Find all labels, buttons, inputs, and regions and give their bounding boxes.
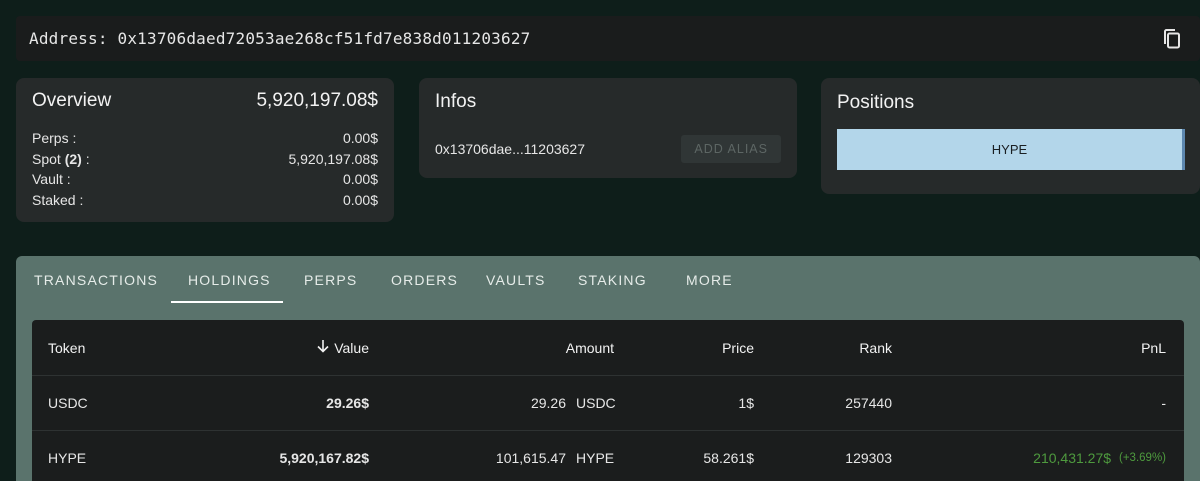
overview-row-value: 0.00$ [342, 191, 378, 208]
column-header-pnl[interactable]: PnL [982, 320, 1166, 375]
spot-count: (2) [64, 150, 82, 167]
table-header-row: Token Value Amount Price Rank PnL [32, 320, 1184, 376]
overview-row-label: Staked : [32, 191, 84, 208]
tab-perps[interactable]: PERPS [304, 256, 357, 304]
column-header-value[interactable]: Value [212, 320, 369, 375]
arrow-down-icon [316, 339, 330, 356]
position-label: HYPE [991, 142, 1028, 157]
cell-rank: 129303 [845, 450, 892, 466]
pnl-percent: (+3.69%) [1119, 452, 1166, 464]
overview-card: Overview 5,920,197.08$ Perps : 0.00$ Spo… [16, 78, 394, 222]
holdings-panel: TRANSACTIONS HOLDINGS PERPS ORDERS VAULT… [16, 256, 1200, 481]
overview-row-value: 5,920,197.08$ [288, 150, 378, 167]
positions-title: Positions [837, 92, 915, 113]
short-address: 0x13706dae...11203627 [435, 141, 585, 157]
cell-value: 5,920,167.82$ [279, 450, 369, 466]
infos-card: Infos 0x13706dae...11203627 ADD ALIAS [419, 78, 797, 178]
position-bar-hype[interactable]: HYPE [837, 129, 1185, 170]
tab-staking[interactable]: STAKING [578, 256, 647, 304]
cell-pnl: - [1161, 395, 1166, 411]
tab-more[interactable]: MORE [686, 256, 733, 304]
cell-amount-unit: USDC [576, 395, 616, 411]
address-bar: Address: 0x13706daed72053ae268cf51fd7e83… [16, 16, 1200, 61]
address-value: 0x13706daed72053ae268cf51fd7e838d0112036… [117, 29, 531, 48]
overview-total: 5,920,197.08$ [256, 90, 378, 111]
overview-row-spot: Spot (2) : 5,920,197.08$ [32, 149, 378, 170]
overview-row-value: 0.00$ [342, 130, 378, 146]
holdings-table: Token Value Amount Price Rank PnL USDC 2… [32, 320, 1184, 481]
cell-amount: 101,615.47 [495, 450, 566, 466]
overview-row-label: Vault : [32, 171, 71, 187]
cell-rank: 257440 [845, 395, 892, 411]
column-header-amount[interactable]: Amount [452, 320, 614, 375]
tab-bar: TRANSACTIONS HOLDINGS PERPS ORDERS VAULT… [16, 256, 1200, 304]
table-row[interactable]: USDC 29.26$ 29.26 USDC 1$ 257440 - [32, 376, 1184, 431]
pnl-value: 210,431.27$ [1033, 450, 1112, 466]
address-display: Address: 0x13706daed72053ae268cf51fd7e83… [29, 29, 531, 48]
column-header-rank[interactable]: Rank [792, 320, 892, 375]
tab-orders[interactable]: ORDERS [391, 256, 458, 304]
address-label: Address: [29, 29, 108, 48]
positions-card: Positions HYPE [821, 78, 1200, 194]
cell-token: USDC [48, 395, 88, 411]
table-row[interactable]: HYPE 5,920,167.82$ 101,615.47 HYPE 58.26… [32, 431, 1184, 481]
column-header-price[interactable]: Price [652, 320, 754, 375]
cell-value: 29.26$ [326, 395, 369, 411]
overview-row-perps: Perps : 0.00$ [32, 128, 378, 149]
infos-title: Infos [435, 91, 477, 112]
active-tab-indicator [171, 301, 283, 303]
cell-pnl: 210,431.27$ (+3.69%) [982, 431, 1166, 481]
cell-price: 58.261$ [703, 450, 754, 466]
overview-row-value: 0.00$ [342, 171, 378, 187]
add-alias-button[interactable]: ADD ALIAS [681, 135, 781, 163]
overview-row-label: Spot (2) : [32, 150, 90, 167]
cell-price: 1$ [738, 395, 754, 411]
cell-token: HYPE [48, 450, 87, 466]
tab-transactions[interactable]: TRANSACTIONS [34, 256, 158, 304]
tab-holdings[interactable]: HOLDINGS [188, 256, 271, 304]
cell-amount: 29.26 [530, 395, 566, 411]
overview-row-vault: Vault : 0.00$ [32, 169, 378, 190]
column-header-token[interactable]: Token [48, 320, 85, 375]
cell-amount-unit: HYPE [576, 450, 615, 466]
copy-icon[interactable] [1160, 27, 1184, 51]
overview-row-label: Perps : [32, 130, 77, 146]
overview-row-staked: Staked : 0.00$ [32, 190, 378, 211]
tab-vaults[interactable]: VAULTS [486, 256, 546, 304]
overview-title: Overview [32, 90, 112, 111]
